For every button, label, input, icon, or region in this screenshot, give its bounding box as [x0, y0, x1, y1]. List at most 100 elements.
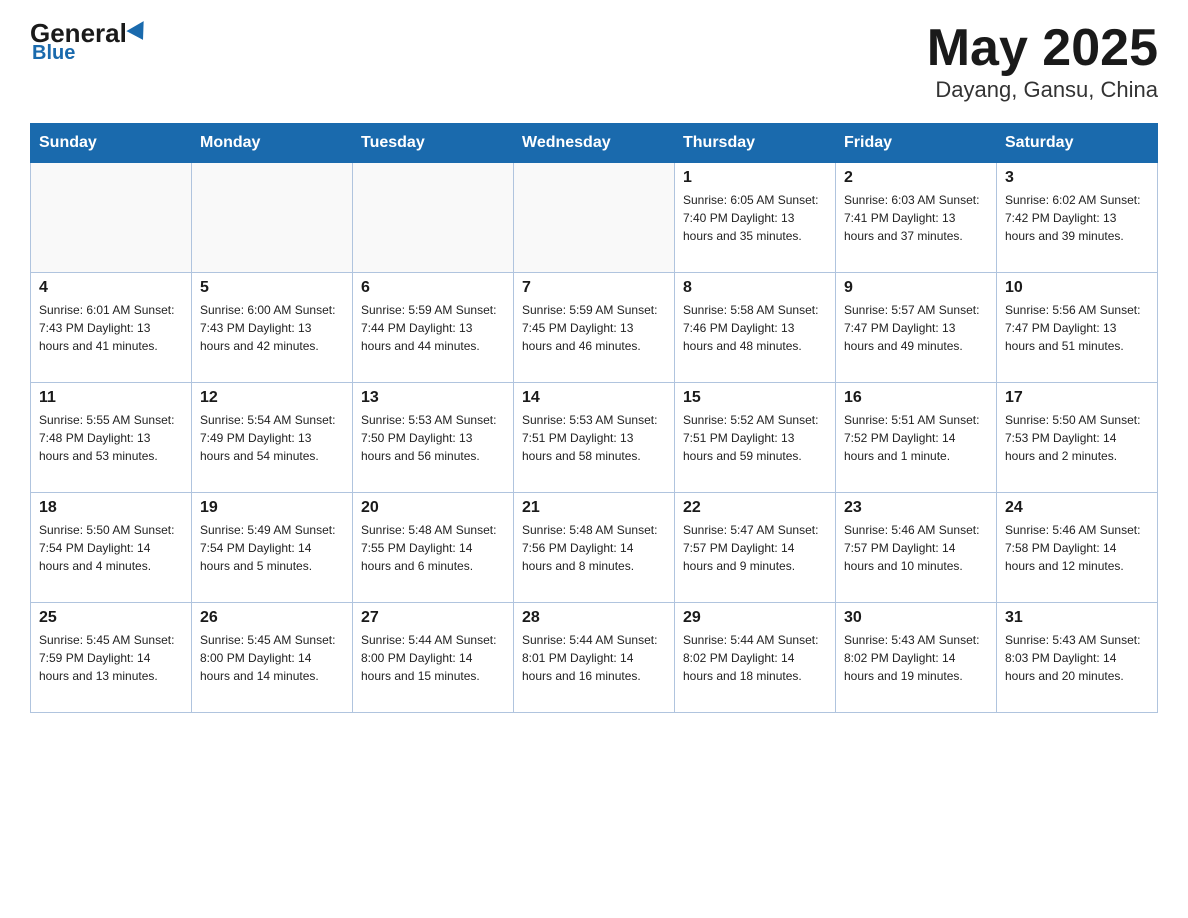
calendar-cell [192, 163, 353, 273]
day-info: Sunrise: 5:47 AM Sunset: 7:57 PM Dayligh… [683, 521, 827, 575]
calendar-cell: 27 Sunrise: 5:44 AM Sunset: 8:00 PM Dayli… [353, 603, 514, 713]
calendar-cell: 1 Sunrise: 6:05 AM Sunset: 7:40 PM Daylig… [675, 163, 836, 273]
day-info: Sunrise: 5:48 AM Sunset: 7:56 PM Dayligh… [522, 521, 666, 575]
day-number: 25 [39, 609, 183, 627]
day-info: Sunrise: 5:58 AM Sunset: 7:46 PM Dayligh… [683, 301, 827, 355]
day-number: 3 [1005, 169, 1149, 187]
day-info: Sunrise: 5:48 AM Sunset: 7:55 PM Dayligh… [361, 521, 505, 575]
day-number: 23 [844, 499, 988, 517]
day-info: Sunrise: 6:05 AM Sunset: 7:40 PM Dayligh… [683, 191, 827, 245]
calendar-cell [514, 163, 675, 273]
day-number: 16 [844, 389, 988, 407]
day-header-wednesday: Wednesday [514, 124, 675, 163]
calendar-cell: 10Sunrise: 5:56 AM Sunset: 7:47 PM Dayli… [997, 273, 1158, 383]
day-info: Sunrise: 5:45 AM Sunset: 7:59 PM Dayligh… [39, 631, 183, 685]
day-number: 19 [200, 499, 344, 517]
day-number: 14 [522, 389, 666, 407]
logo-blue-text: Blue [32, 42, 75, 65]
calendar-cell: 14 Sunrise: 5:53 AM Sunset: 7:51 PM Dayli… [514, 383, 675, 493]
calendar-table: SundayMondayTuesdayWednesdayThursdayFrid… [30, 123, 1158, 713]
day-number: 29 [683, 609, 827, 627]
day-info: Sunrise: 5:49 AM Sunset: 7:54 PM Dayligh… [200, 521, 344, 575]
day-number: 2 [844, 169, 988, 187]
calendar-cell: 9 Sunrise: 5:57 AM Sunset: 7:47 PM Daylig… [836, 273, 997, 383]
calendar-cell: 22Sunrise: 5:47 AM Sunset: 7:57 PM Dayli… [675, 493, 836, 603]
calendar-cell: 30Sunrise: 5:43 AM Sunset: 8:02 PM Dayli… [836, 603, 997, 713]
day-number: 11 [39, 389, 183, 407]
week-row-2: 4Sunrise: 6:01 AM Sunset: 7:43 PM Daylig… [31, 273, 1158, 383]
day-info: Sunrise: 5:59 AM Sunset: 7:45 PM Dayligh… [522, 301, 666, 355]
day-info: Sunrise: 5:50 AM Sunset: 7:54 PM Dayligh… [39, 521, 183, 575]
day-number: 6 [361, 279, 505, 297]
day-header-friday: Friday [836, 124, 997, 163]
day-header-thursday: Thursday [675, 124, 836, 163]
day-number: 21 [522, 499, 666, 517]
week-row-4: 18 Sunrise: 5:50 AM Sunset: 7:54 PM Dayli… [31, 493, 1158, 603]
calendar-cell: 11 Sunrise: 5:55 AM Sunset: 7:48 PM Dayli… [31, 383, 192, 493]
day-info: Sunrise: 6:00 AM Sunset: 7:43 PM Dayligh… [200, 301, 344, 355]
calendar-header: SundayMondayTuesdayWednesdayThursdayFrid… [31, 124, 1158, 163]
calendar-cell: 31 Sunrise: 5:43 AM Sunset: 8:03 PM Dayli… [997, 603, 1158, 713]
calendar-cell: 18 Sunrise: 5:50 AM Sunset: 7:54 PM Dayli… [31, 493, 192, 603]
day-header-row: SundayMondayTuesdayWednesdayThursdayFrid… [31, 124, 1158, 163]
day-number: 20 [361, 499, 505, 517]
week-row-1: 1 Sunrise: 6:05 AM Sunset: 7:40 PM Daylig… [31, 163, 1158, 273]
day-info: Sunrise: 5:43 AM Sunset: 8:03 PM Dayligh… [1005, 631, 1149, 685]
calendar-cell: 26 Sunrise: 5:45 AM Sunset: 8:00 PM Dayli… [192, 603, 353, 713]
calendar-cell: 21 Sunrise: 5:48 AM Sunset: 7:56 PM Dayli… [514, 493, 675, 603]
calendar-cell: 16 Sunrise: 5:51 AM Sunset: 7:52 PM Dayli… [836, 383, 997, 493]
day-info: Sunrise: 5:52 AM Sunset: 7:51 PM Dayligh… [683, 411, 827, 465]
day-number: 31 [1005, 609, 1149, 627]
day-header-monday: Monday [192, 124, 353, 163]
day-number: 17 [1005, 389, 1149, 407]
day-number: 27 [361, 609, 505, 627]
day-number: 26 [200, 609, 344, 627]
day-number: 5 [200, 279, 344, 297]
calendar-cell: 28Sunrise: 5:44 AM Sunset: 8:01 PM Dayli… [514, 603, 675, 713]
calendar-cell [31, 163, 192, 273]
day-info: Sunrise: 5:57 AM Sunset: 7:47 PM Dayligh… [844, 301, 988, 355]
calendar-cell: 2 Sunrise: 6:03 AM Sunset: 7:41 PM Daylig… [836, 163, 997, 273]
day-number: 13 [361, 389, 505, 407]
calendar-cell: 6 Sunrise: 5:59 AM Sunset: 7:44 PM Daylig… [353, 273, 514, 383]
location-title: Dayang, Gansu, China [927, 77, 1158, 103]
day-number: 9 [844, 279, 988, 297]
day-number: 7 [522, 279, 666, 297]
calendar-cell [353, 163, 514, 273]
day-info: Sunrise: 5:53 AM Sunset: 7:50 PM Dayligh… [361, 411, 505, 465]
calendar-cell: 20 Sunrise: 5:48 AM Sunset: 7:55 PM Dayli… [353, 493, 514, 603]
day-info: Sunrise: 5:44 AM Sunset: 8:00 PM Dayligh… [361, 631, 505, 685]
day-number: 18 [39, 499, 183, 517]
day-number: 12 [200, 389, 344, 407]
page-header: General Blue May 2025 Dayang, Gansu, Chi… [30, 20, 1158, 103]
day-header-sunday: Sunday [31, 124, 192, 163]
logo: General Blue [30, 20, 149, 65]
day-info: Sunrise: 5:55 AM Sunset: 7:48 PM Dayligh… [39, 411, 183, 465]
day-info: Sunrise: 5:50 AM Sunset: 7:53 PM Dayligh… [1005, 411, 1149, 465]
day-number: 8 [683, 279, 827, 297]
day-info: Sunrise: 5:46 AM Sunset: 7:58 PM Dayligh… [1005, 521, 1149, 575]
day-number: 28 [522, 609, 666, 627]
day-info: Sunrise: 5:51 AM Sunset: 7:52 PM Dayligh… [844, 411, 988, 465]
day-info: Sunrise: 6:03 AM Sunset: 7:41 PM Dayligh… [844, 191, 988, 245]
calendar-cell: 13 Sunrise: 5:53 AM Sunset: 7:50 PM Dayli… [353, 383, 514, 493]
calendar-body: 1 Sunrise: 6:05 AM Sunset: 7:40 PM Daylig… [31, 163, 1158, 713]
day-info: Sunrise: 5:45 AM Sunset: 8:00 PM Dayligh… [200, 631, 344, 685]
day-info: Sunrise: 5:46 AM Sunset: 7:57 PM Dayligh… [844, 521, 988, 575]
calendar-cell: 19 Sunrise: 5:49 AM Sunset: 7:54 PM Dayli… [192, 493, 353, 603]
day-number: 1 [683, 169, 827, 187]
day-info: Sunrise: 5:59 AM Sunset: 7:44 PM Dayligh… [361, 301, 505, 355]
calendar-cell: 25 Sunrise: 5:45 AM Sunset: 7:59 PM Dayli… [31, 603, 192, 713]
week-row-5: 25 Sunrise: 5:45 AM Sunset: 7:59 PM Dayli… [31, 603, 1158, 713]
day-number: 4 [39, 279, 183, 297]
calendar-cell: 3Sunrise: 6:02 AM Sunset: 7:42 PM Daylig… [997, 163, 1158, 273]
calendar-cell: 15Sunrise: 5:52 AM Sunset: 7:51 PM Dayli… [675, 383, 836, 493]
month-title: May 2025 [927, 20, 1158, 77]
calendar-cell: 24Sunrise: 5:46 AM Sunset: 7:58 PM Dayli… [997, 493, 1158, 603]
calendar-cell: 5 Sunrise: 6:00 AM Sunset: 7:43 PM Daylig… [192, 273, 353, 383]
day-header-saturday: Saturday [997, 124, 1158, 163]
calendar-cell: 17 Sunrise: 5:50 AM Sunset: 7:53 PM Dayli… [997, 383, 1158, 493]
calendar-cell: 8 Sunrise: 5:58 AM Sunset: 7:46 PM Daylig… [675, 273, 836, 383]
calendar-cell: 4Sunrise: 6:01 AM Sunset: 7:43 PM Daylig… [31, 273, 192, 383]
day-info: Sunrise: 5:53 AM Sunset: 7:51 PM Dayligh… [522, 411, 666, 465]
